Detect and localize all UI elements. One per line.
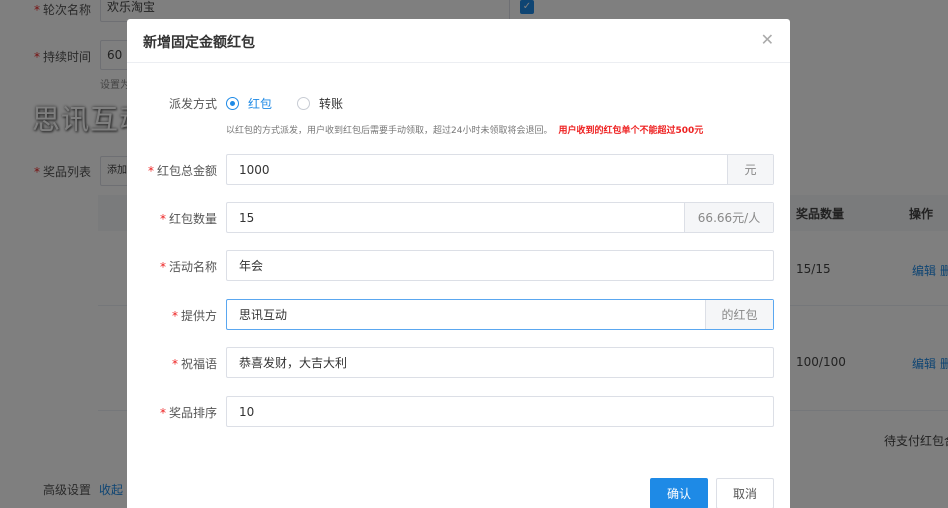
per-person-amount: 66.66元/人 — [684, 203, 773, 232]
blessing-field — [226, 347, 774, 378]
radio-red-packet[interactable]: 红包 — [226, 95, 272, 112]
provider-label: * 提供方 — [171, 309, 217, 323]
confirm-button[interactable]: 确认 — [650, 478, 708, 508]
provider-field: 的红包 — [226, 299, 774, 330]
sort-order-label: * 奖品排序 — [159, 406, 217, 420]
modal-header: 新增固定金额红包 ✕ — [127, 19, 790, 63]
count-input[interactable] — [227, 203, 684, 232]
activity-name-field — [226, 250, 774, 281]
dispatch-hint: 以红包的方式派发，用户收到红包后需要手动领取，超过24小时未领取将会退回。 用户收… — [226, 126, 704, 136]
radio-transfer[interactable]: 转账 — [297, 95, 343, 112]
count-label: * 红包数量 — [159, 212, 217, 226]
total-amount-input[interactable] — [227, 155, 727, 184]
blessing-label: * 祝福语 — [171, 357, 217, 371]
activity-name-input[interactable] — [227, 251, 773, 280]
dispatch-method-label: 派发方式 — [168, 97, 217, 111]
sort-order-field — [226, 396, 774, 427]
radio-selected-icon — [226, 97, 239, 110]
provider-input[interactable] — [227, 300, 705, 329]
total-amount-suffix: 元 — [727, 155, 773, 184]
activity-name-label: * 活动名称 — [159, 260, 217, 274]
blessing-input[interactable] — [227, 348, 773, 377]
sort-order-input[interactable] — [227, 397, 773, 426]
radio-transfer-label: 转账 — [319, 97, 344, 111]
total-amount-field: 元 — [226, 154, 774, 185]
count-field: 66.66元/人 — [226, 202, 774, 233]
provider-suffix: 的红包 — [705, 300, 773, 329]
dispatch-warning: 用户收到的红包单个不能超过500元 — [558, 126, 704, 136]
add-red-packet-modal: 新增固定金额红包 ✕ 派发方式 红包 转账 以红包的方式派发，用户收到红包后需要… — [127, 19, 790, 508]
radio-unselected-icon — [297, 97, 310, 110]
close-icon[interactable]: ✕ — [761, 30, 774, 49]
modal-title: 新增固定金额红包 — [143, 35, 255, 51]
total-amount-label: * 红包总金额 — [147, 164, 217, 178]
cancel-button[interactable]: 取消 — [716, 478, 774, 508]
radio-red-packet-label: 红包 — [248, 97, 273, 111]
